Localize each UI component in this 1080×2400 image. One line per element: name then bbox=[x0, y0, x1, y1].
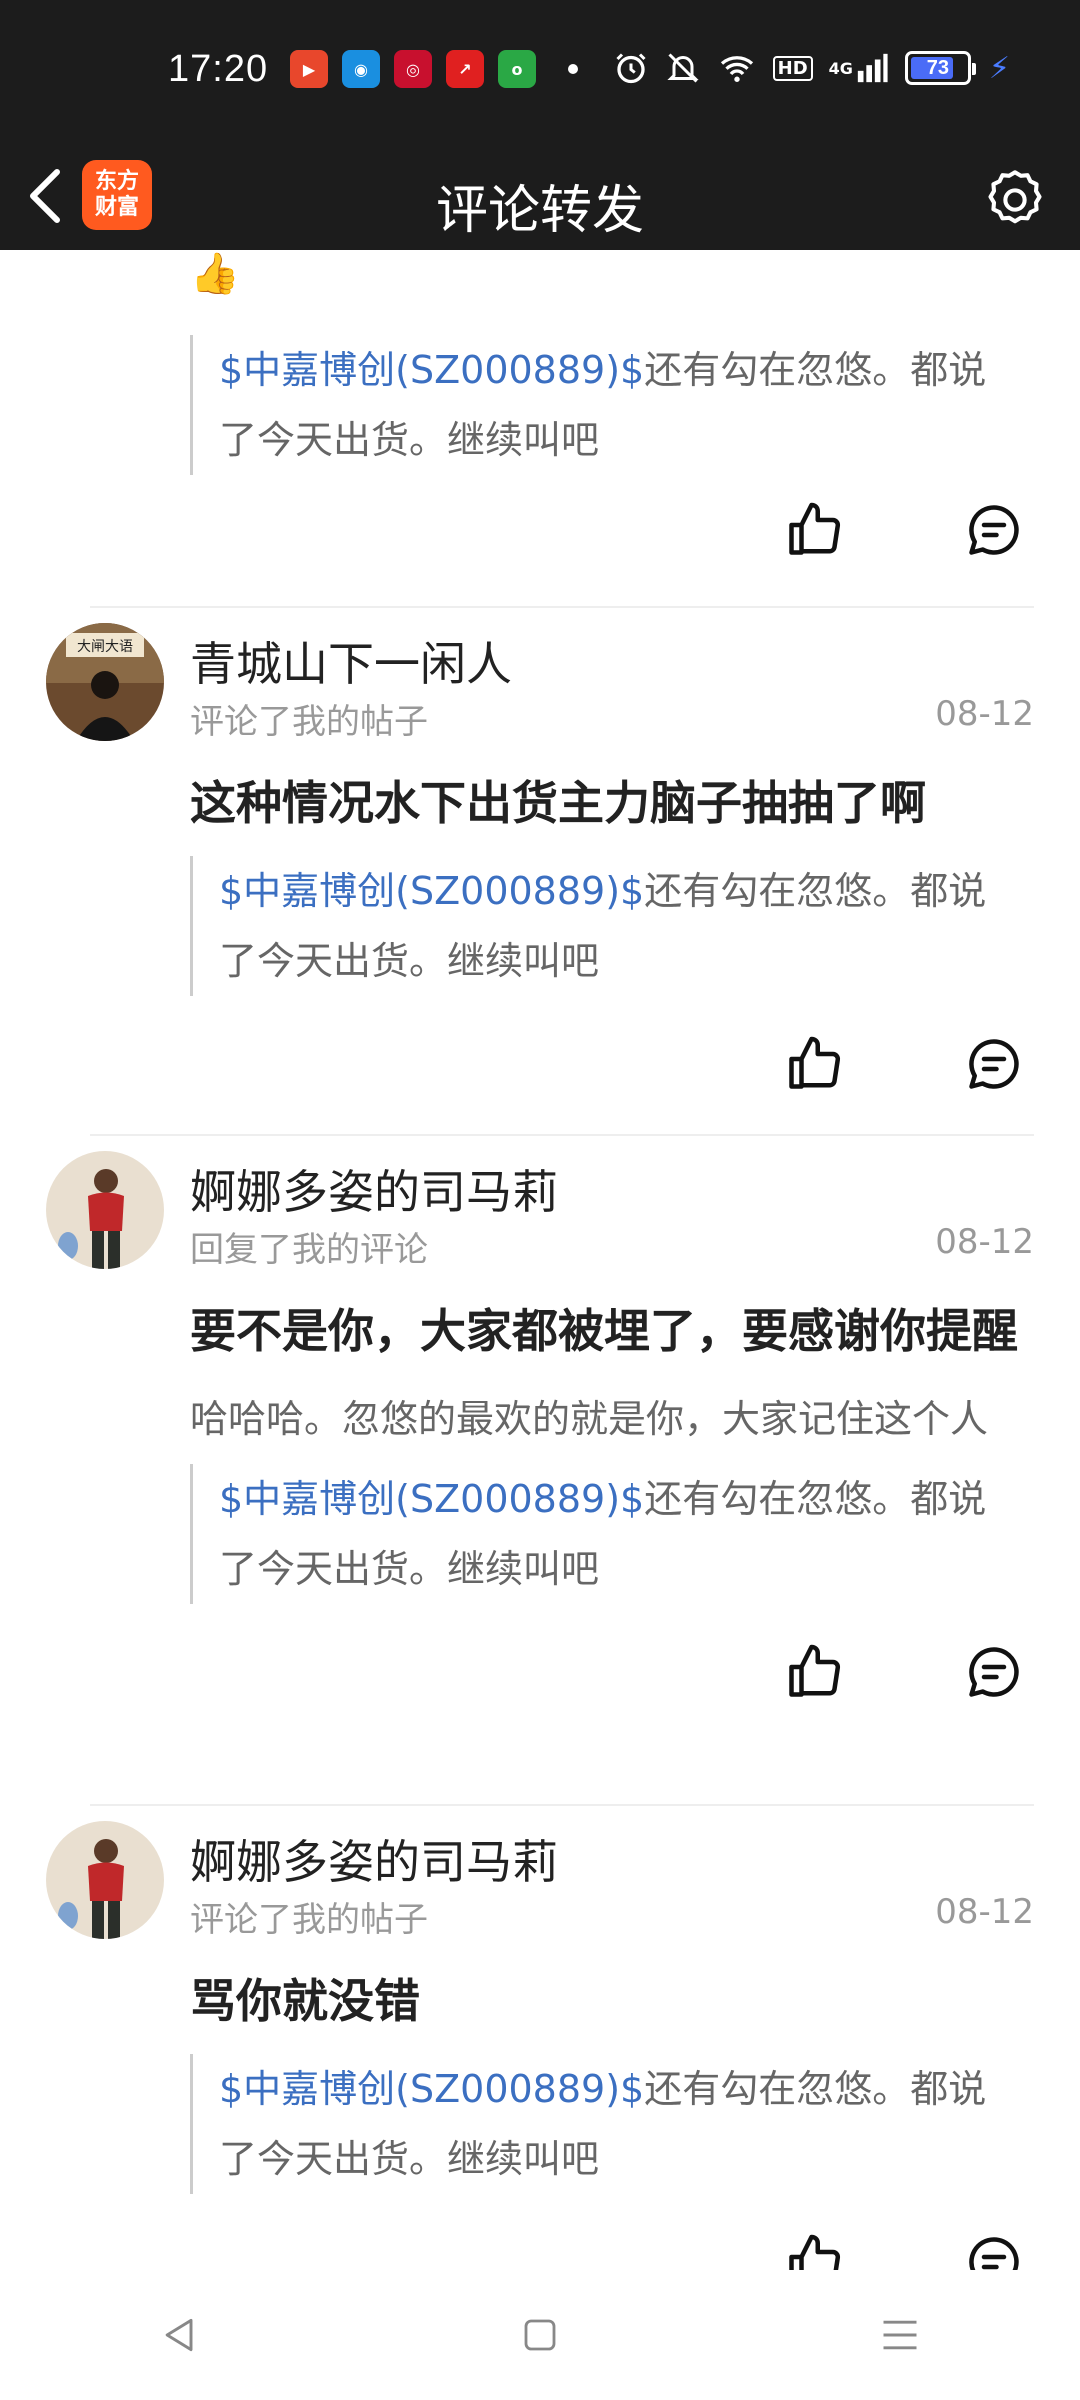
icbc-app-icon: ◎ bbox=[394, 50, 432, 88]
video-app-icon: ▶ bbox=[290, 50, 328, 88]
gear-icon bbox=[988, 170, 1042, 224]
comment-icon[interactable] bbox=[964, 500, 1024, 560]
battery-icon: 73 bbox=[904, 51, 976, 85]
timestamp: 08-12 bbox=[935, 694, 1034, 734]
charging-icon: ⚡ bbox=[988, 50, 1010, 86]
quoted-post[interactable]: $中嘉博创(SZ000889)$还有勾在忽悠。都说 了今天出货。继续叫吧 bbox=[190, 335, 1034, 475]
reply-text[interactable]: 哈哈哈。忽悠的最欢的就是你，大家记住这个人 bbox=[190, 1388, 1034, 1444]
comment-text[interactable]: 要不是你，大家都被埋了，要感谢你提醒 bbox=[190, 1298, 1034, 1364]
page-title: 评论转发 bbox=[435, 181, 644, 241]
hd-icon: HD bbox=[772, 55, 813, 81]
system-nav-bar bbox=[0, 2270, 1080, 2400]
comment-icon[interactable] bbox=[964, 2232, 1024, 2270]
notification-feed[interactable]: 👍 $中嘉博创(SZ000889)$还有勾在忽悠。都说 了今天出货。继续叫吧 大… bbox=[0, 250, 1080, 2270]
action-bar bbox=[190, 1024, 1034, 1104]
user-name[interactable]: 婀娜多姿的司马莉 bbox=[190, 1136, 1034, 1222]
like-icon[interactable] bbox=[784, 2232, 844, 2270]
action-bar bbox=[784, 490, 1034, 570]
like-icon[interactable] bbox=[784, 500, 844, 560]
comment-text[interactable]: 这种情况水下出货主力脑子抽抽了啊 bbox=[190, 770, 1034, 836]
quoted-post[interactable]: $中嘉博创(SZ000889)$还有勾在忽悠。都说 了今天出货。继续叫吧 bbox=[190, 856, 1034, 996]
svg-text:大闸大语: 大闸大语 bbox=[77, 639, 133, 655]
avatar[interactable]: 大闸大语 bbox=[46, 623, 164, 741]
timestamp: 08-12 bbox=[935, 1222, 1034, 1262]
timestamp: 08-12 bbox=[935, 1892, 1034, 1932]
like-icon[interactable] bbox=[784, 1034, 844, 1094]
action-text: 评论了我的帖子 bbox=[190, 1900, 428, 1940]
action-bar bbox=[190, 2222, 1034, 2270]
more-notifications-icon bbox=[568, 64, 578, 74]
action-row: 评论了我的帖子 08-12 bbox=[190, 1892, 1034, 1942]
oppo-app-icon: o bbox=[498, 50, 536, 88]
alarm-icon bbox=[616, 53, 646, 84]
user-name[interactable]: 青城山下一闲人 bbox=[190, 608, 1034, 694]
stock-link[interactable]: $中嘉博创(SZ000889)$ bbox=[219, 869, 644, 913]
comment-text[interactable]: 骂你就没错 bbox=[190, 1968, 1034, 2034]
signal-icon: 4G bbox=[829, 51, 889, 85]
stock-link[interactable]: $中嘉博创(SZ000889)$ bbox=[219, 348, 644, 392]
avatar[interactable] bbox=[46, 1821, 164, 1939]
feed-item[interactable]: 婀娜多姿的司马莉 回复了我的评论 08-12 要不是你，大家都被埋了，要感谢你提… bbox=[0, 1136, 1080, 1806]
status-time: 17:20 bbox=[168, 48, 269, 90]
avatar[interactable] bbox=[46, 1151, 164, 1269]
quoted-post[interactable]: $中嘉博创(SZ000889)$还有勾在忽悠。都说 了今天出货。继续叫吧 bbox=[190, 1464, 1034, 1604]
nav-back-button[interactable] bbox=[120, 2295, 240, 2375]
notification-icons: ▶ ◉ ◎ ↗ o bbox=[290, 50, 578, 88]
status-bar: 17:20 ▶ ◉ ◎ ↗ o HD 4G 73 ⚡ bbox=[0, 0, 1080, 140]
bank-app-icon: ◉ bbox=[342, 50, 380, 88]
nav-home-button[interactable] bbox=[480, 2295, 600, 2375]
settings-button[interactable] bbox=[980, 165, 1050, 235]
user-name[interactable]: 婀娜多姿的司马莉 bbox=[190, 1806, 1034, 1892]
action-text: 回复了我的评论 bbox=[190, 1230, 428, 1270]
action-row: 评论了我的帖子 08-12 bbox=[190, 694, 1034, 744]
nav-menu-button[interactable] bbox=[840, 2295, 960, 2375]
triangle-back-icon bbox=[165, 2318, 193, 2352]
thumbs-up-emoji-icon: 👍 bbox=[190, 251, 240, 297]
app-header: 东方 财富 评论转发 bbox=[0, 140, 1080, 250]
quoted-post[interactable]: $中嘉博创(SZ000889)$还有勾在忽悠。都说 了今天出货。继续叫吧 bbox=[190, 2054, 1034, 2194]
feed-item[interactable]: 婀娜多姿的司马莉 评论了我的帖子 08-12 骂你就没错 $中嘉博创(SZ000… bbox=[0, 1806, 1080, 2270]
feed-item[interactable]: 👍 $中嘉博创(SZ000889)$还有勾在忽悠。都说 了今天出货。继续叫吧 bbox=[0, 250, 1080, 607]
menu-icon bbox=[883, 2320, 917, 2350]
feed-item[interactable]: 大闸大语 青城山下一闲人 评论了我的帖子 08-12 这种情况水下出货主力脑子抽… bbox=[0, 608, 1080, 1134]
stock-link[interactable]: $中嘉博创(SZ000889)$ bbox=[219, 2067, 644, 2111]
system-icons: HD 4G 73 ⚡ bbox=[613, 50, 1010, 86]
stock-link[interactable]: $中嘉博创(SZ000889)$ bbox=[219, 1477, 644, 1521]
action-bar bbox=[190, 1632, 1034, 1712]
wifi-icon bbox=[720, 56, 753, 82]
action-text: 评论了我的帖子 bbox=[190, 702, 428, 742]
like-icon[interactable] bbox=[784, 1642, 844, 1702]
comment-icon[interactable] bbox=[964, 1034, 1024, 1094]
stock-app-icon: ↗ bbox=[446, 50, 484, 88]
square-home-icon bbox=[524, 2319, 556, 2351]
action-row: 回复了我的评论 08-12 bbox=[190, 1222, 1034, 1272]
comment-icon[interactable] bbox=[964, 1642, 1024, 1702]
mute-icon bbox=[667, 53, 699, 83]
